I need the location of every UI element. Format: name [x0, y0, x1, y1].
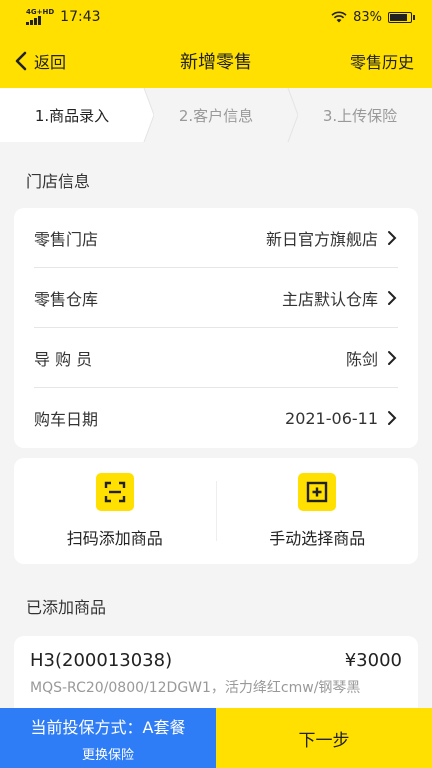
added-section-title: 已添加商品 — [26, 598, 107, 617]
step-label: 1.商品录入 — [34, 106, 110, 125]
scan-icon — [95, 473, 134, 511]
product-name: H3(200013038) — [30, 650, 173, 671]
row-label: 导 购 员 — [34, 349, 93, 369]
nav-bar: 返回 新增零售 零售历史 — [0, 34, 432, 88]
chevron-right-icon — [388, 411, 397, 425]
bottom-bar: 当前投保方式：A套餐 更换保险 下一步 — [0, 708, 432, 768]
add-product-card: 扫码添加商品 手动选择商品 — [14, 458, 418, 564]
back-label: 返回 — [34, 53, 67, 72]
manual-select-product-button[interactable]: 手动选择商品 — [217, 473, 419, 549]
chevron-right-icon — [388, 290, 397, 305]
next-step-button[interactable]: 下一步 — [216, 708, 432, 768]
retail-warehouse-row[interactable]: 零售仓库 主店默认仓库 — [34, 268, 398, 328]
chevron-right-icon — [388, 350, 397, 365]
scan-add-product-button[interactable]: 扫码添加商品 — [14, 473, 216, 549]
step-separator-icon — [134, 88, 154, 142]
row-value: 陈剑 — [345, 349, 378, 369]
step-customer-info[interactable]: 2.客户信息 — [144, 88, 298, 142]
plus-box-icon — [298, 473, 337, 511]
signal-icon: 4G+HD — [26, 9, 54, 25]
manual-select-label: 手动选择商品 — [269, 529, 366, 548]
store-info-card: 零售门店 新日官方旗舰店 零售仓库 主店默认仓库 导 购 员 陈剑 购车日期 2… — [14, 208, 418, 448]
step-label: 2.客户信息 — [178, 106, 254, 125]
row-label: 零售门店 — [34, 229, 99, 249]
status-bar: 4G+HD 17:43 83% — [0, 0, 432, 34]
product-desc: MQS-RC20/0800/12DGW1，活力绛红cmw/钢琴黑 — [30, 680, 361, 696]
row-value: 主店默认仓库 — [281, 289, 378, 309]
step-upload-insurance[interactable]: 3.上传保险 — [288, 88, 432, 142]
status-time: 17:43 — [60, 9, 101, 25]
salesperson-row[interactable]: 导 购 员 陈剑 — [34, 328, 398, 388]
battery-icon — [388, 11, 415, 23]
retail-store-row[interactable]: 零售门店 新日官方旗舰店 — [34, 208, 398, 268]
product-price: ¥3000 — [344, 650, 402, 671]
row-value: 2021-06-11 — [285, 408, 378, 428]
wifi-icon — [331, 11, 347, 23]
row-value: 新日官方旗舰店 — [265, 229, 378, 249]
chevron-right-icon — [388, 230, 397, 245]
step-label: 3.上传保险 — [322, 106, 398, 125]
back-button[interactable]: 返回 — [14, 34, 66, 88]
step-separator-icon — [287, 88, 298, 142]
row-label: 购车日期 — [34, 410, 99, 429]
chevron-left-icon — [15, 51, 27, 71]
store-section-title: 门店信息 — [26, 172, 91, 191]
purchase-date-row[interactable]: 购车日期 2021-06-11 — [34, 388, 398, 448]
network-label: 4G+HD — [26, 8, 55, 16]
step-product-entry[interactable]: 1.商品录入 — [0, 88, 154, 142]
battery-percent: 83% — [353, 9, 382, 25]
row-label: 零售仓库 — [34, 289, 99, 309]
scan-add-label: 扫码添加商品 — [66, 529, 163, 548]
change-insurance-link[interactable]: 更换保险 — [82, 744, 134, 763]
step-indicator: 1.商品录入 2.客户信息 3.上传保险 — [0, 88, 432, 142]
insurance-plan-label: 当前投保方式：A套餐 — [30, 717, 186, 737]
retail-history-button[interactable]: 零售历史 — [350, 34, 414, 88]
insurance-plan-button[interactable]: 当前投保方式：A套餐 更换保险 — [0, 708, 216, 768]
